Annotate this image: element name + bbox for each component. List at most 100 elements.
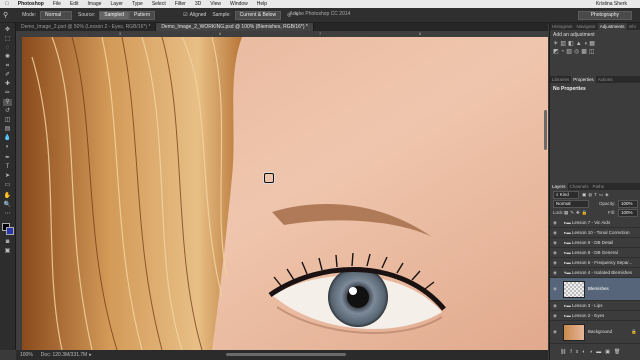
layer-row-selected[interactable]: ◉ Blemishes [550, 278, 640, 301]
layer-row[interactable]: ◉ ▸▬ Lesson 9 - DB Detail [550, 238, 640, 248]
tab-histogram[interactable]: Histogram [550, 23, 575, 30]
eyedropper-tool-icon[interactable]: ✐ [3, 72, 12, 79]
layer-row[interactable]: ◉ ▾▬ Lesson 4 - Isolated Blemishes [550, 268, 640, 278]
source-pattern-button[interactable]: Pattern [129, 10, 156, 20]
tab-actions[interactable]: Actions [596, 76, 615, 83]
lock-label: Lock: [553, 210, 564, 215]
pressure-icon[interactable]: ✎ [294, 12, 298, 18]
menu-image[interactable]: Image [88, 1, 102, 7]
layer-row[interactable]: ◉ ▸▬ Lesson 3 - Lips [550, 301, 640, 311]
eraser-tool-icon[interactable]: ◫ [3, 117, 12, 124]
blur-tool-icon[interactable]: 💧 [3, 135, 12, 142]
marquee-tool-icon[interactable]: ⬚ [3, 36, 12, 43]
zoom-tool-icon[interactable]: 🔍 [3, 202, 12, 209]
adjustment-icons-row-2[interactable]: ◩◔▧◎▩◫ [553, 48, 633, 55]
brush-cursor-icon [264, 173, 274, 183]
visibility-eye-icon[interactable]: ◉ [553, 311, 557, 320]
vertical-scrollbar[interactable] [544, 110, 547, 150]
apple-menu-icon[interactable]:  [5, 1, 9, 7]
menu-photoshop[interactable]: Photoshop [18, 1, 44, 7]
visibility-eye-icon[interactable]: ◉ [553, 327, 557, 336]
healing-brush-tool-icon[interactable]: ✚ [3, 81, 12, 88]
more-tools-icon[interactable]: ⋯ [3, 211, 12, 218]
opacity-field[interactable]: 100% [618, 200, 638, 208]
tab-paths[interactable]: Paths [591, 183, 607, 190]
visibility-eye-icon[interactable]: ◉ [553, 268, 557, 277]
layer-name: Blemishes [588, 286, 609, 291]
menu-edit[interactable]: Edit [70, 1, 79, 7]
adjustment-icons-row-1[interactable]: ☀▥◧▲◑▦ [553, 40, 633, 47]
adjustments-panel-tabs: Histogram Navigator Adjustments Info [550, 23, 640, 30]
layer-filter-icons[interactable]: ▣◍T▭◈ [582, 192, 611, 198]
ignore-adjustment-icon[interactable]: ◎ [287, 12, 291, 18]
quick-mask-icon[interactable]: ◙ [3, 239, 12, 246]
quick-select-tool-icon[interactable]: ✺ [3, 54, 12, 61]
gradient-tool-icon[interactable]: ▤ [3, 126, 12, 133]
document-canvas[interactable] [22, 37, 548, 350]
crop-tool-icon[interactable]: ⌗ [3, 63, 12, 70]
document-size[interactable]: Doc: 120.3M/331.7M [41, 352, 87, 358]
visibility-eye-icon[interactable]: ◉ [553, 218, 557, 227]
path-select-tool-icon[interactable]: ➤ [3, 173, 12, 180]
zoom-level[interactable]: 100% [20, 352, 33, 358]
menu-file[interactable]: File [53, 1, 61, 7]
lock-icons[interactable]: ▦✎✥🔒 [564, 210, 589, 216]
horizontal-scrollbar[interactable] [226, 353, 346, 356]
tab-navigator[interactable]: Navigator [575, 23, 598, 30]
tab-libraries[interactable]: Libraries [550, 76, 571, 83]
visibility-eye-icon[interactable]: ◉ [553, 248, 557, 257]
aligned-checkbox[interactable]: ☑ [183, 12, 187, 18]
menu-view[interactable]: View [210, 1, 221, 7]
pen-tool-icon[interactable]: ✒ [3, 155, 12, 162]
visibility-eye-icon[interactable]: ◉ [553, 258, 557, 267]
status-menu-icon[interactable]: ▸ [89, 352, 92, 358]
layer-row[interactable]: ◉ ▸▬ Lesson 2 - Eyes [550, 311, 640, 321]
hand-tool-icon[interactable]: ✋ [3, 193, 12, 200]
tab-adjustments[interactable]: Adjustments [597, 23, 627, 30]
shape-tool-icon[interactable]: ▭ [3, 182, 12, 189]
history-brush-tool-icon[interactable]: ↺ [3, 108, 12, 115]
lasso-tool-icon[interactable]: ◌ [3, 45, 12, 52]
tab-demo-image-2[interactable]: Demo_Image_2.psd @ 50% (Lesson 2 - Eyes,… [16, 23, 157, 31]
user-name[interactable]: Kristina Sherk [596, 1, 627, 7]
fill-field[interactable]: 100% [618, 209, 638, 217]
menu-3d[interactable]: 3D [195, 1, 201, 7]
layer-row[interactable]: ◉ ▸▬ Lesson 7 - Vic Aids [550, 218, 640, 228]
menu-layer[interactable]: Layer [110, 1, 123, 7]
blend-mode-select[interactable]: Normal [553, 200, 589, 208]
menu-help[interactable]: Help [257, 1, 267, 7]
move-tool-icon[interactable]: ✥ [3, 27, 12, 34]
tab-info[interactable]: Info [627, 23, 639, 30]
tab-channels[interactable]: Channels [568, 183, 591, 190]
ruler-mark: 7 [319, 31, 322, 36]
layer-row[interactable]: ◉ ▸▬ Lesson 5 - Frequency Separ... [550, 258, 640, 268]
visibility-eye-icon[interactable]: ◉ [553, 228, 557, 237]
dodge-tool-icon[interactable]: ◐ [3, 144, 12, 151]
menu-type[interactable]: Type [132, 1, 143, 7]
tab-demo-image-2-working[interactable]: Demo_Image_2_WORKING.psd @ 100% (Blemish… [156, 23, 314, 31]
layer-row[interactable]: ◉ ▸▬ Lesson 10 - Tonal Correction [550, 228, 640, 238]
source-sampled-button[interactable]: Sampled [99, 10, 130, 20]
workspace-select[interactable]: Photography [577, 11, 632, 20]
clone-stamp-tool-icon[interactable]: ⚲ [3, 99, 12, 106]
menu-window[interactable]: Window [230, 1, 248, 7]
clone-stamp-icon[interactable]: ⚲ [3, 11, 8, 19]
tab-layers[interactable]: Layers [550, 183, 568, 190]
visibility-eye-icon[interactable]: ◉ [553, 301, 557, 310]
layer-row[interactable]: ◉ Background 🔒 [550, 321, 640, 344]
screen-mode-icon[interactable]: ▣ [3, 248, 12, 255]
menu-filter[interactable]: Filter [175, 1, 186, 7]
type-tool-icon[interactable]: T [3, 164, 12, 171]
visibility-eye-icon[interactable]: ◉ [553, 238, 557, 247]
mode-select[interactable]: Normal [40, 10, 73, 20]
layer-row[interactable]: ◉ ▸▬ Lesson 8 - DB General [550, 248, 640, 258]
sample-select[interactable]: Current & Below [234, 10, 282, 20]
tab-properties[interactable]: Properties [571, 76, 596, 83]
background-color-swatch[interactable] [6, 227, 14, 235]
menu-select[interactable]: Select [152, 1, 166, 7]
tab-label: Demo_Image_2_WORKING.psd @ 100% (Blemish… [161, 24, 308, 30]
layer-filter-kind-select[interactable]: ⌕ Kind [553, 191, 579, 199]
visibility-eye-icon[interactable]: ◉ [553, 284, 557, 293]
brush-tool-icon[interactable]: ✏ [3, 90, 12, 97]
layer-action-icons[interactable]: ⛓fx◐◑▬▣🗑 [560, 349, 624, 355]
